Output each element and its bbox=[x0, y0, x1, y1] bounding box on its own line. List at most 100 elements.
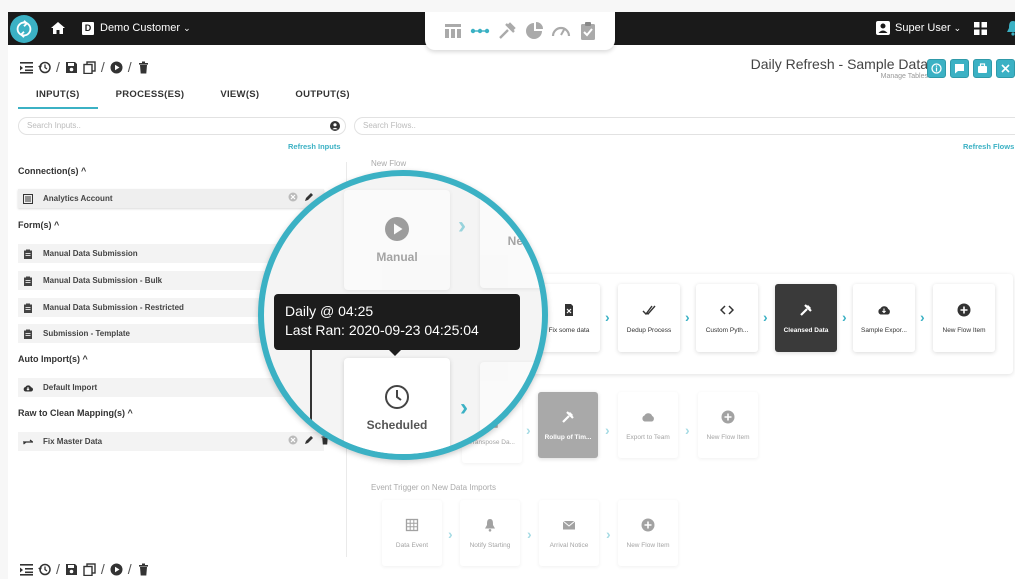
connections-section-header[interactable]: Connection(s) ^ bbox=[18, 166, 86, 176]
flow-node-label: Cleansed Data bbox=[783, 326, 829, 334]
history-icon[interactable] bbox=[38, 61, 51, 74]
edit-icon[interactable] bbox=[304, 435, 314, 445]
gauge-icon[interactable] bbox=[551, 21, 571, 41]
tab-processes[interactable]: PROCESS(ES) bbox=[98, 89, 203, 109]
node-label: New bbox=[507, 234, 533, 248]
sync-logo-icon[interactable] bbox=[10, 15, 38, 43]
node-label: Manual bbox=[376, 250, 418, 264]
list-item-label: Analytics Account bbox=[43, 194, 113, 203]
notification-bell-icon[interactable] bbox=[1006, 20, 1015, 36]
flow-arrow-icon: › bbox=[842, 309, 847, 325]
flow-node-label: New Flow Item bbox=[706, 433, 750, 441]
close-button[interactable] bbox=[996, 59, 1015, 78]
play-icon[interactable] bbox=[110, 563, 123, 576]
tab-outputs[interactable]: OUTPUT(S) bbox=[277, 89, 367, 109]
close-circle-icon[interactable] bbox=[288, 435, 298, 445]
play-icon bbox=[385, 217, 409, 241]
flow-node[interactable]: Dedup Process bbox=[618, 284, 680, 352]
copy-icon[interactable] bbox=[83, 562, 96, 576]
page-title: Daily Refresh - Sample Data bbox=[750, 56, 928, 72]
scheduled-trigger-node[interactable]: Scheduled bbox=[344, 358, 450, 454]
indent-list-icon[interactable] bbox=[20, 61, 33, 74]
user-circle-icon[interactable] bbox=[330, 121, 340, 131]
save-icon[interactable] bbox=[65, 563, 78, 576]
table-icon[interactable] bbox=[443, 21, 463, 41]
list-item[interactable]: Fix Master Data bbox=[18, 432, 329, 451]
close-circle-icon[interactable] bbox=[288, 192, 298, 202]
list-item-label: Submission - Template bbox=[43, 329, 130, 338]
refresh-inputs-link[interactable]: Refresh Inputs bbox=[288, 142, 341, 151]
user-menu[interactable]: Super User ⌄ bbox=[895, 22, 961, 34]
bottom-toolbar: / / / bbox=[20, 560, 150, 578]
comment-icon bbox=[955, 64, 964, 74]
manual-trigger-node[interactable]: Manual bbox=[344, 190, 450, 290]
double-check-icon bbox=[642, 305, 656, 315]
flow-arrow-icon: › bbox=[527, 526, 532, 542]
tools-icon[interactable] bbox=[497, 21, 517, 41]
history-icon[interactable] bbox=[38, 563, 51, 576]
flow-node[interactable]: Notify Starting bbox=[460, 500, 520, 566]
flow-node[interactable]: Arrival Notice bbox=[539, 500, 599, 566]
search-flows-field[interactable]: Search Flows.. bbox=[354, 117, 1015, 135]
indent-list-icon[interactable] bbox=[20, 563, 33, 576]
trash-icon[interactable] bbox=[137, 61, 150, 74]
node-label: Scheduled bbox=[366, 418, 428, 432]
list-item-label: Manual Data Submission - Bulk bbox=[43, 276, 163, 285]
flow-arrow-icon: › bbox=[605, 309, 610, 325]
flow-node[interactable]: New Flow Item bbox=[698, 392, 758, 458]
flow-node[interactable]: Custom Pyth... bbox=[696, 284, 758, 352]
comment-button[interactable] bbox=[950, 59, 969, 78]
manage-tables-link[interactable]: Manage Tables bbox=[881, 73, 928, 80]
flow-node-selected[interactable]: Cleansed Data bbox=[775, 284, 837, 352]
group-label-event-trigger: Event Trigger on New Data Imports bbox=[371, 483, 496, 492]
app-window: D Demo Customer ⌄ Super User ⌄ / / / Daily… bbox=[8, 12, 1015, 579]
briefcase-button[interactable] bbox=[973, 59, 992, 78]
flow-node[interactable]: Data Event bbox=[382, 500, 442, 566]
magnifier-lens: Manual › New Daily @ 04:25 Last Ran: 202… bbox=[258, 170, 548, 460]
flow-arrow-icon: › bbox=[448, 526, 453, 542]
flow-dots-icon[interactable] bbox=[470, 21, 490, 41]
customer-icon: D bbox=[82, 22, 94, 35]
flow-node-label: Sample Expor... bbox=[861, 326, 907, 334]
tab-inputs[interactable]: INPUT(S) bbox=[18, 89, 98, 109]
new-node[interactable]: New bbox=[480, 194, 542, 288]
next-node[interactable] bbox=[480, 362, 542, 454]
copy-icon[interactable] bbox=[83, 60, 96, 74]
flow-node-label: Export to Team bbox=[626, 433, 670, 441]
refresh-flows-link[interactable]: Refresh Flows bbox=[963, 142, 1014, 151]
connector-line bbox=[310, 350, 312, 454]
mapping-arrows-icon bbox=[23, 439, 33, 444]
flow-node[interactable]: Export to Team bbox=[618, 392, 678, 458]
divider: / bbox=[100, 561, 105, 577]
chevron-down-icon: ⌄ bbox=[183, 23, 191, 33]
play-icon[interactable] bbox=[110, 61, 123, 74]
row-actions bbox=[288, 192, 314, 202]
flow-node-label: New Flow Item bbox=[626, 541, 670, 549]
info-button[interactable] bbox=[927, 59, 946, 78]
clipboard-check-icon[interactable] bbox=[578, 21, 598, 41]
customer-selector[interactable]: Demo Customer ⌄ bbox=[100, 22, 191, 34]
trash-icon[interactable] bbox=[137, 563, 150, 576]
flow-node-label: Custom Pyth... bbox=[705, 326, 749, 334]
flow-node[interactable]: Rollup of Tim... bbox=[538, 392, 598, 458]
customer-name: Demo Customer bbox=[100, 22, 181, 34]
flow-node[interactable]: New Flow Item bbox=[618, 500, 678, 566]
pie-chart-icon[interactable] bbox=[524, 21, 544, 41]
flow-node[interactable]: Sample Expor... bbox=[853, 284, 915, 352]
flow-node[interactable]: New Flow Item bbox=[933, 284, 995, 352]
auto-imports-section-header[interactable]: Auto Import(s) ^ bbox=[18, 354, 88, 364]
apps-grid-icon[interactable] bbox=[974, 22, 987, 35]
tab-views[interactable]: VIEW(S) bbox=[202, 89, 277, 109]
save-icon[interactable] bbox=[65, 61, 78, 74]
flow-arrow-icon: › bbox=[685, 309, 690, 325]
close-icon bbox=[1001, 64, 1010, 73]
user-name: Super User bbox=[895, 22, 951, 34]
search-inputs-field[interactable]: Search Inputs.. bbox=[18, 117, 346, 135]
clipboard-icon bbox=[24, 329, 32, 339]
home-icon[interactable] bbox=[50, 20, 66, 36]
mappings-section-header[interactable]: Raw to Clean Mapping(s) ^ bbox=[18, 408, 133, 418]
database-icon bbox=[23, 193, 33, 204]
list-item[interactable]: Analytics Account bbox=[18, 189, 324, 208]
flow-arrow-icon: › bbox=[606, 526, 611, 542]
forms-section-header[interactable]: Form(s) ^ bbox=[18, 220, 59, 230]
